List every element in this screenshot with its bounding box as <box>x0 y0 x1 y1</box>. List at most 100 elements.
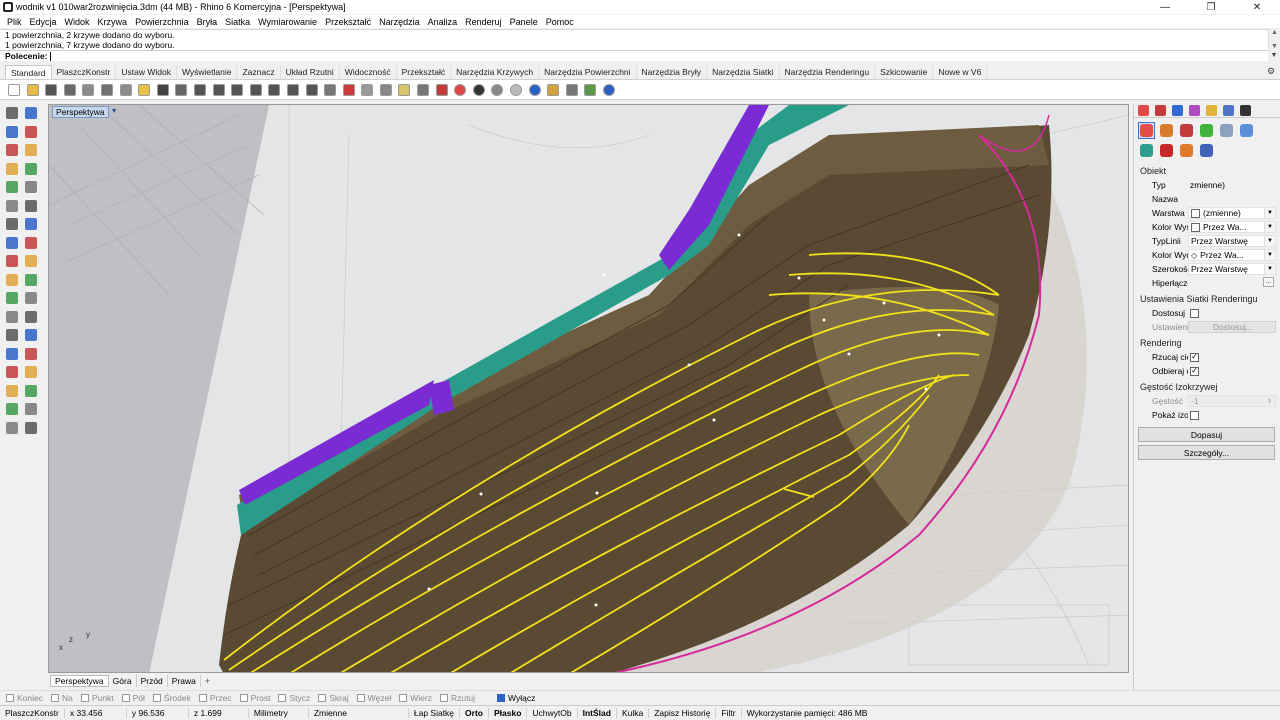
command-dropdown-icon[interactable]: ▼ <box>1268 50 1280 61</box>
menu-powierzchnia[interactable]: Powierzchnia <box>131 17 193 27</box>
layer-icon[interactable] <box>359 82 375 98</box>
freeform-icon[interactable] <box>23 179 39 195</box>
menu-pomoc[interactable]: Pomoc <box>542 17 578 27</box>
osnap-koniec[interactable]: Koniec <box>6 693 43 703</box>
mirror-icon[interactable] <box>23 346 39 362</box>
status-zapisz-historie[interactable]: Zapisz Historię <box>649 708 717 718</box>
render-sphere-icon[interactable] <box>471 82 487 98</box>
viewport-name[interactable]: Perspektywa <box>52 105 109 118</box>
hyperlink-field[interactable]: ... <box>1188 277 1276 289</box>
show-isocurves-checkbox[interactable] <box>1188 409 1276 421</box>
undo-icon[interactable] <box>155 82 171 98</box>
render-tab-icon[interactable] <box>1172 105 1183 116</box>
status-uchwyt[interactable]: UchwytOb <box>527 708 578 718</box>
undo-view-icon[interactable] <box>285 82 301 98</box>
menu-widok[interactable]: Widok <box>61 17 94 27</box>
scroll-up-icon[interactable]: ▲ <box>1271 29 1278 36</box>
maximize-button[interactable]: ❐ <box>1188 0 1234 14</box>
chevron-down-icon[interactable]: ▼ <box>1264 208 1275 218</box>
osnap-skraj[interactable]: Skraj <box>318 693 349 703</box>
receive-shadows-checkbox[interactable]: ✓ <box>1188 365 1276 377</box>
sphere-icon[interactable] <box>4 216 20 232</box>
tab-szkicowanie[interactable]: Szkicowanie <box>875 65 934 79</box>
menu-panele[interactable]: Panele <box>506 17 542 27</box>
osnap-checkbox[interactable] <box>278 693 287 702</box>
tab-widocznosc[interactable]: Widoczność <box>340 65 397 79</box>
circle-icon[interactable] <box>4 142 20 158</box>
status-kulka[interactable]: Kulka <box>617 708 650 718</box>
cplane-icon[interactable] <box>322 82 338 98</box>
shadow-props-icon[interactable] <box>1158 142 1175 159</box>
texture-props-icon[interactable] <box>1198 122 1215 139</box>
mesh-props-icon[interactable] <box>1198 142 1215 159</box>
analyze-icon[interactable] <box>23 364 39 380</box>
history-scrollbar[interactable]: ▲ ▼ <box>1268 29 1280 50</box>
paste-icon[interactable] <box>136 82 152 98</box>
properties-tab-icon[interactable] <box>1138 105 1149 116</box>
open-icon[interactable] <box>25 82 41 98</box>
group-icon[interactable] <box>23 420 39 436</box>
color-wheel-icon[interactable] <box>452 82 468 98</box>
chevron-down-icon[interactable]: ▼ <box>1264 222 1275 232</box>
ghost-sphere-icon[interactable] <box>508 82 524 98</box>
menu-bryla[interactable]: Bryła <box>193 17 222 27</box>
status-lap-siatke[interactable]: Łap Siatkę <box>409 708 461 718</box>
tab-standard[interactable]: Standard <box>5 65 52 79</box>
vtab-perspektywa[interactable]: Perspektywa <box>50 674 109 687</box>
select-icon[interactable] <box>341 82 357 98</box>
gear-icon[interactable]: ⚙ <box>1267 66 1277 76</box>
tab-nowe-w-v6[interactable]: Nowe w V6 <box>933 65 988 79</box>
rotate-icon[interactable] <box>23 309 39 325</box>
add-viewport-button[interactable]: + <box>201 676 214 686</box>
import-icon[interactable] <box>80 82 96 98</box>
fillet-icon[interactable] <box>23 253 39 269</box>
four-views-icon[interactable] <box>304 82 320 98</box>
tab-ustaw-widok[interactable]: Ustaw Widok <box>116 65 177 79</box>
boolean-icon[interactable] <box>4 253 20 269</box>
grid-icon[interactable] <box>4 383 20 399</box>
tab-plaszczkonstr[interactable]: PlaszczKonstr <box>52 65 117 79</box>
display-tab-icon[interactable] <box>1223 105 1234 116</box>
osnap-pół[interactable]: Pół <box>121 693 145 703</box>
osnap-węzeł[interactable]: Węzeł <box>356 693 391 703</box>
join-icon[interactable] <box>4 290 20 306</box>
trim-icon[interactable] <box>23 272 39 288</box>
rendered-sphere-icon[interactable] <box>527 82 543 98</box>
menu-renderuj[interactable]: Renderuj <box>461 17 506 27</box>
ellipse-icon[interactable] <box>23 142 39 158</box>
osnap-checkbox[interactable] <box>121 693 130 702</box>
tab-narzedzia-bryly[interactable]: Narzędzia Bryły <box>637 65 708 79</box>
libraries-tab-icon[interactable] <box>1206 105 1217 116</box>
chevron-down-icon[interactable]: ▼ <box>1264 236 1275 246</box>
cut-icon[interactable] <box>99 82 115 98</box>
check-icon[interactable] <box>23 383 39 399</box>
status-layer[interactable]: Zmienne <box>309 708 409 718</box>
rectangle-icon[interactable] <box>23 161 39 177</box>
shaded-sphere-icon[interactable] <box>489 82 505 98</box>
match-button[interactable]: Dopasuj <box>1138 427 1275 442</box>
vtab-prawa[interactable]: Prawa <box>168 674 201 687</box>
text-icon[interactable] <box>4 327 20 343</box>
light-icon[interactable] <box>396 82 412 98</box>
command-line[interactable]: Polecenie: <box>0 50 1268 61</box>
grasshopper-icon[interactable] <box>582 82 598 98</box>
display-color-select[interactable]: Przez Wa... ▼ <box>1188 221 1276 233</box>
minimize-button[interactable]: — <box>1142 0 1188 14</box>
save-icon[interactable] <box>43 82 59 98</box>
osnap-checkbox[interactable] <box>399 693 408 702</box>
print-width-select[interactable]: Przez Warstwę ▼ <box>1188 263 1276 275</box>
osnap-środek[interactable]: Środek <box>152 693 191 703</box>
tab-zaznacz[interactable]: Zaznacz <box>237 65 281 79</box>
box-edit-icon[interactable] <box>4 198 20 214</box>
osnap-na[interactable]: Na <box>51 693 73 703</box>
menu-siatka[interactable]: Siatka <box>221 17 254 27</box>
environment-props-icon[interactable] <box>1138 142 1155 159</box>
stepper-arrows-icon[interactable]: ⇕ <box>1264 396 1275 406</box>
adjust-mesh-button[interactable]: Dostosuj... <box>1188 321 1276 333</box>
material-icon[interactable] <box>434 82 450 98</box>
osnap-checkbox[interactable] <box>497 693 506 702</box>
decal-props-icon[interactable] <box>1218 122 1235 139</box>
copy-icon[interactable] <box>118 82 134 98</box>
osnap-stycz[interactable]: Stycz <box>278 693 310 703</box>
osnap-checkbox[interactable] <box>51 693 59 702</box>
